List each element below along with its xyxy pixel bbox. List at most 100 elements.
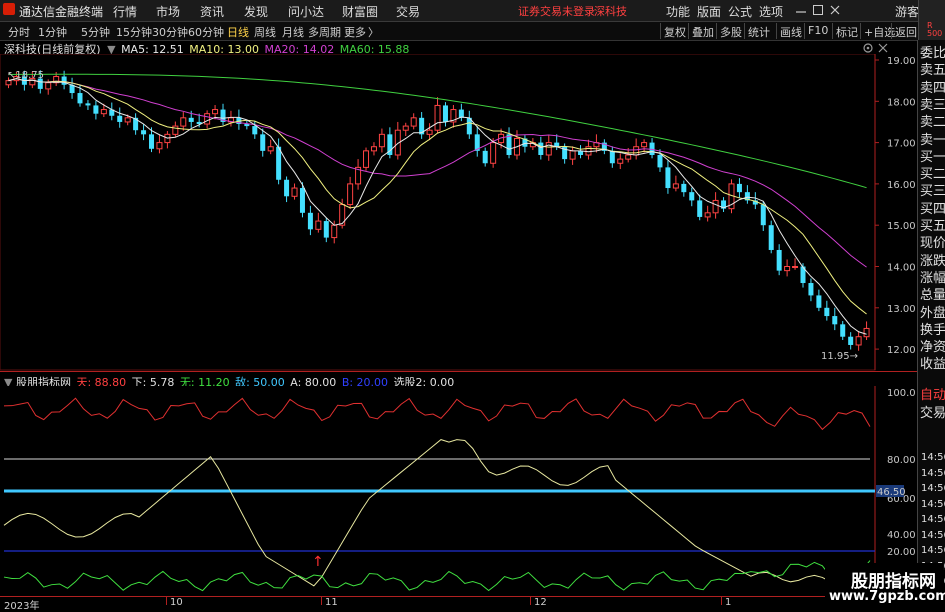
date-tick <box>321 597 322 605</box>
quote-field-1: 卖五 <box>920 63 945 79</box>
date-tick <box>530 597 531 605</box>
candle-body <box>792 266 799 268</box>
settings-icon[interactable] <box>862 42 874 54</box>
app-logo-icon <box>3 3 15 15</box>
login-notice[interactable]: 证券交易未登录 <box>518 3 595 19</box>
close-panel-icon[interactable] <box>877 42 889 54</box>
period-weekly[interactable]: 周线 <box>254 24 276 40</box>
period-monthly[interactable]: 月线 <box>282 24 304 40</box>
candle-body <box>260 134 266 151</box>
time-row-4: 14:56 <box>921 514 945 525</box>
menu-item-wealth[interactable]: 财富圈 <box>342 3 378 20</box>
quote-field-11: 现价 <box>920 236 945 252</box>
btn-draw[interactable]: 画线 <box>776 23 805 39</box>
menu-item-trade[interactable]: 交易 <box>396 3 420 20</box>
btn-back[interactable]: 返回 <box>891 23 920 39</box>
period-timeshare[interactable]: 分时 <box>8 24 30 40</box>
current-stock: 深科技 <box>594 5 627 18</box>
candle-body <box>609 150 615 164</box>
quote-field-17: 净资 <box>920 340 945 356</box>
indicator-tick-label: 80.00 <box>887 455 916 466</box>
candle-body <box>538 142 544 155</box>
menu-item-news[interactable]: 资讯 <box>200 3 224 20</box>
quote-field-7: 买二 <box>920 167 945 183</box>
minimize-icon[interactable] <box>795 4 807 16</box>
menu-formula[interactable]: 公式 <box>728 3 752 20</box>
trade-option-0[interactable]: 自动 <box>920 384 945 403</box>
candle-body <box>704 212 711 218</box>
price-tick-label: 19.00 <box>887 56 916 67</box>
menu-item-market[interactable]: 市场 <box>156 3 180 20</box>
trade-option-1[interactable]: 交易 <box>920 402 945 421</box>
candle-body <box>378 133 385 148</box>
candle-body <box>331 224 338 239</box>
quote-field-3: 卖三 <box>920 97 945 113</box>
period-daily[interactable]: 日线 <box>227 24 249 40</box>
candle-body <box>506 134 512 155</box>
menu-layout[interactable]: 版面 <box>697 3 721 20</box>
price-axis: 19.00 18.00 17.00 16.00 15.00 14.00 13.00 12.00 <box>875 56 916 356</box>
candlestick-chart[interactable]: ↖18.75 11.95→ 19.0018.0017.0016.0015.001… <box>0 54 917 371</box>
btn-mark[interactable]: 标记 <box>832 23 861 39</box>
period-5min[interactable]: 5分钟 <box>81 24 110 40</box>
candle-body <box>204 113 211 125</box>
candle-body <box>299 188 305 213</box>
quote-field-2: 卖四 <box>920 80 945 96</box>
period-more[interactable]: 更多 <box>344 24 366 40</box>
menu-item-quotes[interactable]: 行情 <box>113 3 137 20</box>
candle-body <box>284 179 290 197</box>
candle-body <box>315 220 322 230</box>
btn-stats[interactable]: 统计 <box>744 23 773 39</box>
indicator-chart[interactable]: ↑ 100.080.0060.0046.5040.0020.000.00 <box>0 386 917 596</box>
candle-body <box>5 80 12 86</box>
date-axis: 2023年 10 11 12 1 <box>0 596 875 612</box>
candle-body <box>45 82 52 90</box>
candle-body <box>149 134 155 149</box>
period-60min[interactable]: 60分钟 <box>188 24 224 40</box>
candle-body <box>212 109 219 115</box>
candle-body <box>689 192 695 201</box>
btn-adjust[interactable]: 复权 <box>660 23 689 39</box>
candle-body <box>736 183 742 193</box>
menu-item-discover[interactable]: 发现 <box>244 3 268 20</box>
date-tick <box>166 597 167 605</box>
quote-field-4: 卖二 <box>920 115 945 131</box>
date-label-11: 11 <box>325 597 338 608</box>
btn-overlay[interactable]: 叠加 <box>688 23 717 39</box>
candle-body <box>490 142 497 164</box>
candle-body <box>641 142 648 148</box>
menu-item-ask[interactable]: 问小达 <box>288 3 324 20</box>
period-15min[interactable]: 15分钟 <box>116 24 152 40</box>
quote-panel: 委比 卖五 卖四 卖三 卖二 卖一 买一 买二 买三 买四 买五 现价 涨跌 涨幅 总量 外盘 换手 净资 收益 自动… <box>917 40 945 587</box>
candle-body <box>840 324 846 337</box>
candle-body <box>61 76 67 85</box>
btn-multistock[interactable]: 多股 <box>716 23 745 39</box>
menu-options[interactable]: 选项 <box>759 3 783 20</box>
candle-body <box>808 283 814 296</box>
period-30min[interactable]: 30分钟 <box>152 24 188 40</box>
time-row-6: 14:56 <box>921 545 945 556</box>
period-multi[interactable]: 多周期 <box>308 24 341 40</box>
candle-body <box>712 199 719 214</box>
watermark: 股朋指标网 www.7gpzb.com <box>825 563 945 607</box>
btn-f10[interactable]: F10 <box>804 23 831 39</box>
candle-body <box>402 125 409 131</box>
low-marker-label: 11.95→ <box>821 351 858 362</box>
candle-body <box>363 150 370 168</box>
guest-user[interactable]: 游客 <box>895 3 919 20</box>
maximize-icon[interactable] <box>812 4 824 16</box>
close-icon[interactable] <box>829 4 841 16</box>
candle-body <box>784 266 791 272</box>
date-label-10: 10 <box>170 597 183 608</box>
more-chevron-icon[interactable]: 〉 <box>368 24 379 40</box>
period-1min[interactable]: 1分钟 <box>38 24 67 40</box>
candle-body <box>855 336 862 346</box>
quote-field-15: 外盘 <box>920 305 945 321</box>
date-tick <box>721 597 722 605</box>
menu-function[interactable]: 功能 <box>666 3 690 20</box>
r500-label: R 500 <box>927 21 943 38</box>
quote-field-18: 收益 <box>920 357 945 373</box>
candle-body <box>85 103 91 106</box>
candle-body <box>816 295 822 308</box>
price-tick-label: 18.00 <box>887 97 916 108</box>
